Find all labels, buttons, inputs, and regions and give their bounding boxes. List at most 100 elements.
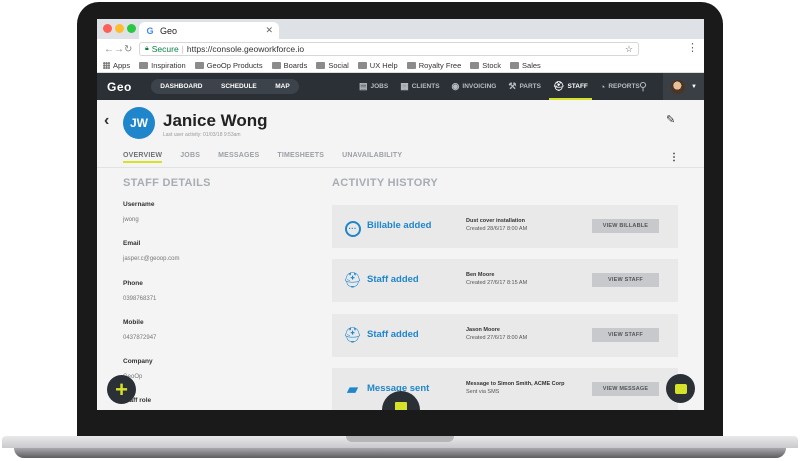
folder-icon xyxy=(194,62,204,69)
last-activity: Last user activity: 01/03/18 9:53am xyxy=(163,132,241,138)
bookmark-inspiration[interactable]: Inspiration xyxy=(139,61,186,70)
browser-menu-icon[interactable]: ⋮ xyxy=(687,41,698,54)
add-button[interactable]: + xyxy=(107,375,136,404)
nav-parts[interactable]: ⚒ PARTS xyxy=(502,73,547,100)
avatar xyxy=(671,79,685,94)
activity-detail: Dust cover installation xyxy=(466,218,525,224)
nav-jobs[interactable]: ▤ JOBS xyxy=(353,73,394,100)
field-value-mobile: 0437872947 xyxy=(123,335,157,341)
maximize-window-button[interactable] xyxy=(127,24,136,33)
nav-dashboard[interactable]: DASHBOARD xyxy=(154,83,208,90)
folder-icon xyxy=(271,62,281,69)
bookmark-apps[interactable]: Apps xyxy=(103,61,130,70)
field-label-company: Company xyxy=(123,358,153,365)
nav-reports[interactable]: ◔ REPORTS xyxy=(594,73,646,100)
folder-icon xyxy=(510,62,520,69)
chevron-down-icon: ▼ xyxy=(691,83,697,90)
bookmark-royalty-free[interactable]: Royalty Free xyxy=(406,61,461,70)
view-switcher: DASHBOARD SCHEDULE MAP xyxy=(151,79,299,94)
minimize-window-button[interactable] xyxy=(115,24,124,33)
activity-created: Created 27/6/17 8:15 AM xyxy=(466,280,528,286)
folder-icon xyxy=(406,62,416,69)
flag-icon xyxy=(395,401,407,410)
activity-card: ⛑ Staff added Jason Moore Created 27/6/1… xyxy=(332,314,678,357)
back-arrow-icon[interactable]: ‹ xyxy=(104,112,109,130)
profile-tabs: OVERVIEW JOBS MESSAGES TIMESHEETS UNAVAI… xyxy=(123,152,402,163)
bookmark-boards[interactable]: Boards xyxy=(271,61,307,70)
more-options-icon[interactable]: ⋮ xyxy=(669,152,679,163)
activity-title: Staff added xyxy=(367,274,419,285)
tab-unavailability[interactable]: UNAVAILABILITY xyxy=(342,152,402,163)
back-arrow-icon[interactable]: ← xyxy=(104,44,114,55)
profile-header: ‹ JW Janice Wong Last user activity: 01/… xyxy=(97,100,704,167)
field-label-mobile: Mobile xyxy=(123,319,144,326)
edit-pencil-icon[interactable]: ✎ xyxy=(666,113,675,126)
bookmark-social[interactable]: Social xyxy=(316,61,349,70)
nav-clients[interactable]: ▦ CLIENTS xyxy=(394,73,445,100)
billable-dots-icon: ··· xyxy=(343,217,362,237)
bookmark-geoop-products[interactable]: GeoOp Products xyxy=(194,61,263,70)
clients-icon: ▦ xyxy=(400,81,409,91)
tab-favicon-icon: G xyxy=(146,25,154,36)
activity-detail: Jason Moore xyxy=(466,327,500,333)
folder-icon xyxy=(357,62,367,69)
tab-close-icon[interactable]: ✕ xyxy=(265,25,273,36)
activity-created: Created 27/6/17 8:00 AM xyxy=(466,335,528,341)
view-staff-button[interactable]: VIEW STAFF xyxy=(592,273,659,287)
forward-arrow-icon[interactable]: → xyxy=(114,44,124,55)
laptop-base xyxy=(0,436,800,461)
chat-button[interactable] xyxy=(666,374,695,403)
url-text: https://console.geoworkforce.io xyxy=(186,44,305,54)
reload-icon[interactable]: ↻ xyxy=(124,44,132,55)
view-billable-button[interactable]: VIEW BILLABLE xyxy=(592,219,659,233)
tab-title: Geo xyxy=(160,25,178,36)
browser-tab[interactable]: G Geo ✕ xyxy=(139,22,279,39)
browser-tabstrip: G Geo ✕ xyxy=(97,19,704,39)
app-logo[interactable]: Geo xyxy=(107,80,132,94)
main-nav: ▤ JOBS ▦ CLIENTS ◉ INVOICING ⚒ PARTS ⛑ STAFF … xyxy=(353,73,646,100)
field-value-email: jasper.c@geoop.com xyxy=(123,256,180,262)
chat-icon xyxy=(674,383,687,394)
activity-detail: Ben Moore xyxy=(466,272,495,278)
tab-jobs[interactable]: JOBS xyxy=(180,152,200,163)
activity-title: Billable added xyxy=(367,220,432,231)
tab-messages[interactable]: MESSAGES xyxy=(218,152,259,163)
message-icon: ▰ xyxy=(346,381,359,398)
activity-card: ··· Billable added Dust cover installati… xyxy=(332,205,678,248)
folder-icon xyxy=(470,62,480,69)
bookmark-sales[interactable]: Sales xyxy=(510,61,541,70)
lock-icon: 🔒︎ xyxy=(145,45,149,52)
screen: G Geo ✕ ← → ↻ 🔒︎ Secure | https://consol… xyxy=(97,19,704,410)
hardhat-icon: ⛑ xyxy=(343,272,363,289)
nav-invoicing[interactable]: ◉ INVOICING xyxy=(446,73,503,100)
nav-schedule[interactable]: SCHEDULE xyxy=(215,83,263,90)
search-icon[interactable]: ⚲ xyxy=(639,80,647,93)
user-menu[interactable]: ▼ xyxy=(663,73,704,100)
invoicing-icon: ◉ xyxy=(451,81,460,91)
bookmarks-bar: Apps Inspiration GeoOp Products Boards S… xyxy=(97,59,704,73)
bookmark-star-icon[interactable]: ☆ xyxy=(625,44,633,55)
folder-icon xyxy=(316,62,326,69)
reports-icon: ◔ xyxy=(599,81,606,92)
address-bar[interactable]: 🔒︎ Secure | https://console.geoworkforce… xyxy=(139,42,639,56)
view-message-button[interactable]: VIEW MESSAGE xyxy=(592,382,659,396)
activity-history-heading: ACTIVITY HISTORY xyxy=(332,177,439,189)
activity-detail: Message to Simon Smith, ACME Corp xyxy=(466,381,565,387)
staff-details-heading: STAFF DETAILS xyxy=(123,177,211,189)
hardhat-icon: ⛑ xyxy=(343,327,363,344)
bookmark-ux-help[interactable]: UX Help xyxy=(357,61,398,70)
view-staff-button[interactable]: VIEW STAFF xyxy=(592,328,659,342)
secure-label: Secure xyxy=(151,44,179,54)
field-value-phone: 0398768371 xyxy=(123,296,157,302)
field-label-email: Email xyxy=(123,240,141,247)
close-window-button[interactable] xyxy=(103,24,112,33)
activity-card: ⛑ Staff added Ben Moore Created 27/6/17 … xyxy=(332,259,678,302)
divider xyxy=(97,167,704,168)
activity-created: Created 28/6/17 8:00 AM xyxy=(466,226,528,232)
nav-map[interactable]: MAP xyxy=(269,83,295,90)
tab-overview[interactable]: OVERVIEW xyxy=(123,152,163,163)
bookmark-stock[interactable]: Stock xyxy=(470,61,501,70)
nav-staff[interactable]: ⛑ STAFF xyxy=(547,73,594,100)
tab-timesheets[interactable]: TIMESHEETS xyxy=(277,152,324,163)
staff-avatar-initials: JW xyxy=(123,107,155,139)
